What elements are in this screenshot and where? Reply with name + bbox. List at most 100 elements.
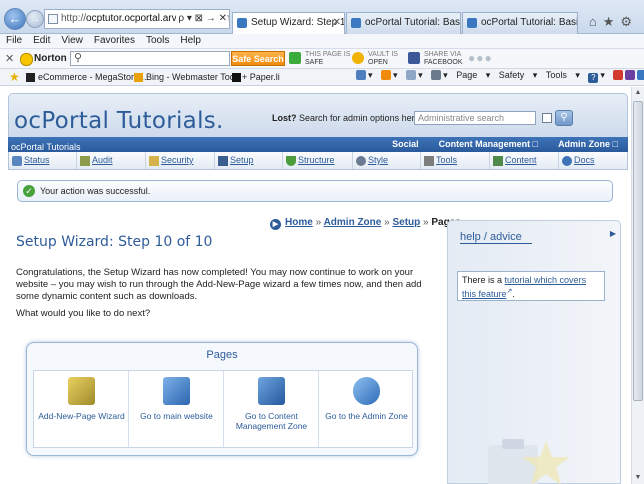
home-icon[interactable]: ⌂ (589, 14, 603, 29)
collapse-arrow-icon[interactable]: ▶ (610, 229, 616, 238)
favorites-star-icon[interactable]: ★ (9, 70, 20, 84)
admin-search-button[interactable]: ⚲ (555, 110, 573, 126)
tab-tutorial-2[interactable]: ocPortal Tutorial: Basic co... (462, 12, 578, 34)
vault-status[interactable]: VAULT IS OPEN (352, 51, 398, 67)
close-toolbar-icon[interactable]: ✕ (5, 52, 14, 65)
favicon-icon (26, 73, 35, 82)
browser-title-bar: ← → http://ocptutor.ocportal.arvixe.com/… (0, 0, 644, 34)
pages-panel: Pages Add-New-Page Wizard Go to main web… (26, 342, 418, 456)
addon-icons[interactable] (613, 70, 644, 80)
browser-toolbar-icons: ⌂★⚙ (589, 14, 638, 30)
content-icon (493, 156, 503, 166)
page-safe-status[interactable]: THIS PAGE IS SAFE (289, 51, 350, 67)
favorite-bing[interactable]: Bing - Webmaster Tools (134, 72, 241, 82)
menu-bar: File Edit View Favorites Tools Help (0, 34, 644, 49)
star-icon[interactable]: ★ (603, 14, 621, 29)
safety-menu[interactable]: Safety ▾ (499, 70, 538, 81)
main-website-link[interactable]: Go to main website (129, 371, 224, 447)
key-icon (149, 156, 159, 166)
cog-icon (353, 377, 380, 405)
nav-setup[interactable]: Setup (215, 152, 283, 169)
menu-file[interactable]: File (0, 34, 27, 46)
addon-icon (637, 70, 644, 80)
mail-icon (406, 70, 417, 80)
check-icon: ✓ (23, 185, 35, 197)
print-cmd[interactable]: ▾ (431, 70, 448, 81)
help-menu[interactable]: ? ▾ (588, 70, 605, 83)
nav-docs[interactable]: Docs (559, 152, 628, 169)
home-cmd[interactable]: ▾ (356, 70, 373, 81)
forward-button[interactable]: → (26, 10, 44, 28)
address-bar[interactable]: http://ocptutor.ocportal.arvixe.com/adm … (44, 9, 230, 29)
menu-edit[interactable]: Edit (27, 34, 55, 46)
menu-view[interactable]: View (55, 34, 88, 46)
style-icon (356, 156, 366, 166)
menu-favorites[interactable]: Favorites (88, 34, 140, 46)
nav-structure[interactable]: Structure (283, 152, 353, 169)
tab-setup-wizard[interactable]: Setup Wizard: Step 10 of... ✕ (232, 12, 345, 34)
more-dots-icon[interactable]: ●●● (468, 52, 493, 64)
onenote-icon (625, 70, 636, 80)
zone-menu: Social Content Management □ Admin Zone □ (382, 137, 628, 152)
favorites-bar: ★ eCommerce - MegaStore ... Bing - Webma… (0, 69, 644, 86)
browser-window: ← → http://ocptutor.ocportal.arvixe.com/… (0, 0, 644, 484)
tab-label: Setup Wizard: Step 10 of... (251, 17, 345, 28)
structure-icon (286, 156, 296, 166)
mail-cmd[interactable]: ▾ (406, 70, 423, 81)
norton-search-input[interactable]: ⚲ (70, 51, 230, 66)
content-management-zone-link[interactable]: Go to Content Management Zone (224, 371, 319, 447)
search-options-checkbox[interactable] (542, 113, 552, 123)
back-button[interactable]: ← (4, 8, 26, 30)
address-prefix: http:// (61, 13, 87, 24)
address-tools-icons[interactable]: ρ ▾ ⊠ → ✕ (176, 10, 227, 28)
safe-search-button[interactable]: Safe Search (231, 51, 285, 66)
tools-menu[interactable]: Tools ▾ (546, 70, 580, 81)
scrollbar-thumb[interactable] (633, 101, 643, 401)
add-new-page-wizard-link[interactable]: Add-New-Page Wizard (34, 371, 129, 447)
admin-zone-link[interactable]: Go to the Admin Zone (319, 371, 414, 447)
site-title[interactable]: ocPortal Tutorials. (14, 108, 224, 134)
vertical-scrollbar[interactable]: ▲ ▼ (631, 87, 644, 484)
page-menu[interactable]: Page ▾ (456, 70, 490, 81)
people-icon (163, 377, 190, 405)
pages-grid: Add-New-Page Wizard Go to main website G… (33, 370, 413, 448)
zone-content-management[interactable]: Content Management □ (429, 137, 548, 152)
tab-label: ocPortal Tutorial: Basic co... (481, 17, 577, 28)
scroll-down-icon[interactable]: ▼ (632, 472, 644, 484)
zone-bar: ocPortal Tutorials Social Content Managem… (8, 137, 628, 152)
search-icon: ⚲ (74, 52, 83, 64)
nav-security[interactable]: Security (146, 152, 215, 169)
breadcrumb-setup[interactable]: Setup (392, 217, 420, 228)
breadcrumb-admin-zone[interactable]: Admin Zone (324, 217, 382, 228)
share-facebook[interactable]: SHARE VIA FACEBOOK (408, 51, 463, 67)
favicon-icon (232, 73, 241, 82)
nav-content[interactable]: Content (490, 152, 559, 169)
feeds-cmd[interactable]: ▾ (381, 70, 398, 81)
status-icon (12, 156, 22, 166)
menu-tools[interactable]: Tools (140, 34, 174, 46)
cms-zone-icon (258, 377, 285, 405)
nav-tools[interactable]: Tools (421, 152, 490, 169)
menu-help[interactable]: Help (174, 34, 206, 46)
admin-search-input[interactable]: Administrative search (414, 111, 536, 125)
favorite-paperli[interactable]: + Paper.li (232, 72, 280, 82)
check-icon (289, 52, 301, 64)
zone-admin[interactable]: Admin Zone □ (548, 137, 628, 152)
zone-social[interactable]: Social (382, 137, 429, 152)
nav-audit[interactable]: Audit (77, 152, 146, 169)
breadcrumb: ▶ Home » Admin Zone » Setup » Pages (270, 217, 461, 230)
admin-search-prompt: Lost? Search for admin options here → (272, 113, 432, 123)
hammer-icon (424, 156, 434, 166)
close-tab-icon[interactable]: ✕ (333, 13, 341, 33)
gear-icon[interactable]: ⚙ (620, 14, 638, 29)
page-icon (48, 14, 58, 24)
breadcrumb-home[interactable]: Home (285, 217, 313, 228)
site-name-label: ocPortal Tutorials (11, 142, 81, 152)
intro-text: Congratulations, the Setup Wizard has no… (16, 267, 422, 302)
tab-tutorial-1[interactable]: ocPortal Tutorial: Basic co... (346, 12, 461, 34)
tab-favicon (351, 18, 361, 28)
nav-style[interactable]: Style (353, 152, 421, 169)
favorite-ecommerce[interactable]: eCommerce - MegaStore ... (26, 72, 149, 82)
nav-status[interactable]: Status (9, 152, 77, 169)
scroll-up-icon[interactable]: ▲ (632, 87, 644, 99)
